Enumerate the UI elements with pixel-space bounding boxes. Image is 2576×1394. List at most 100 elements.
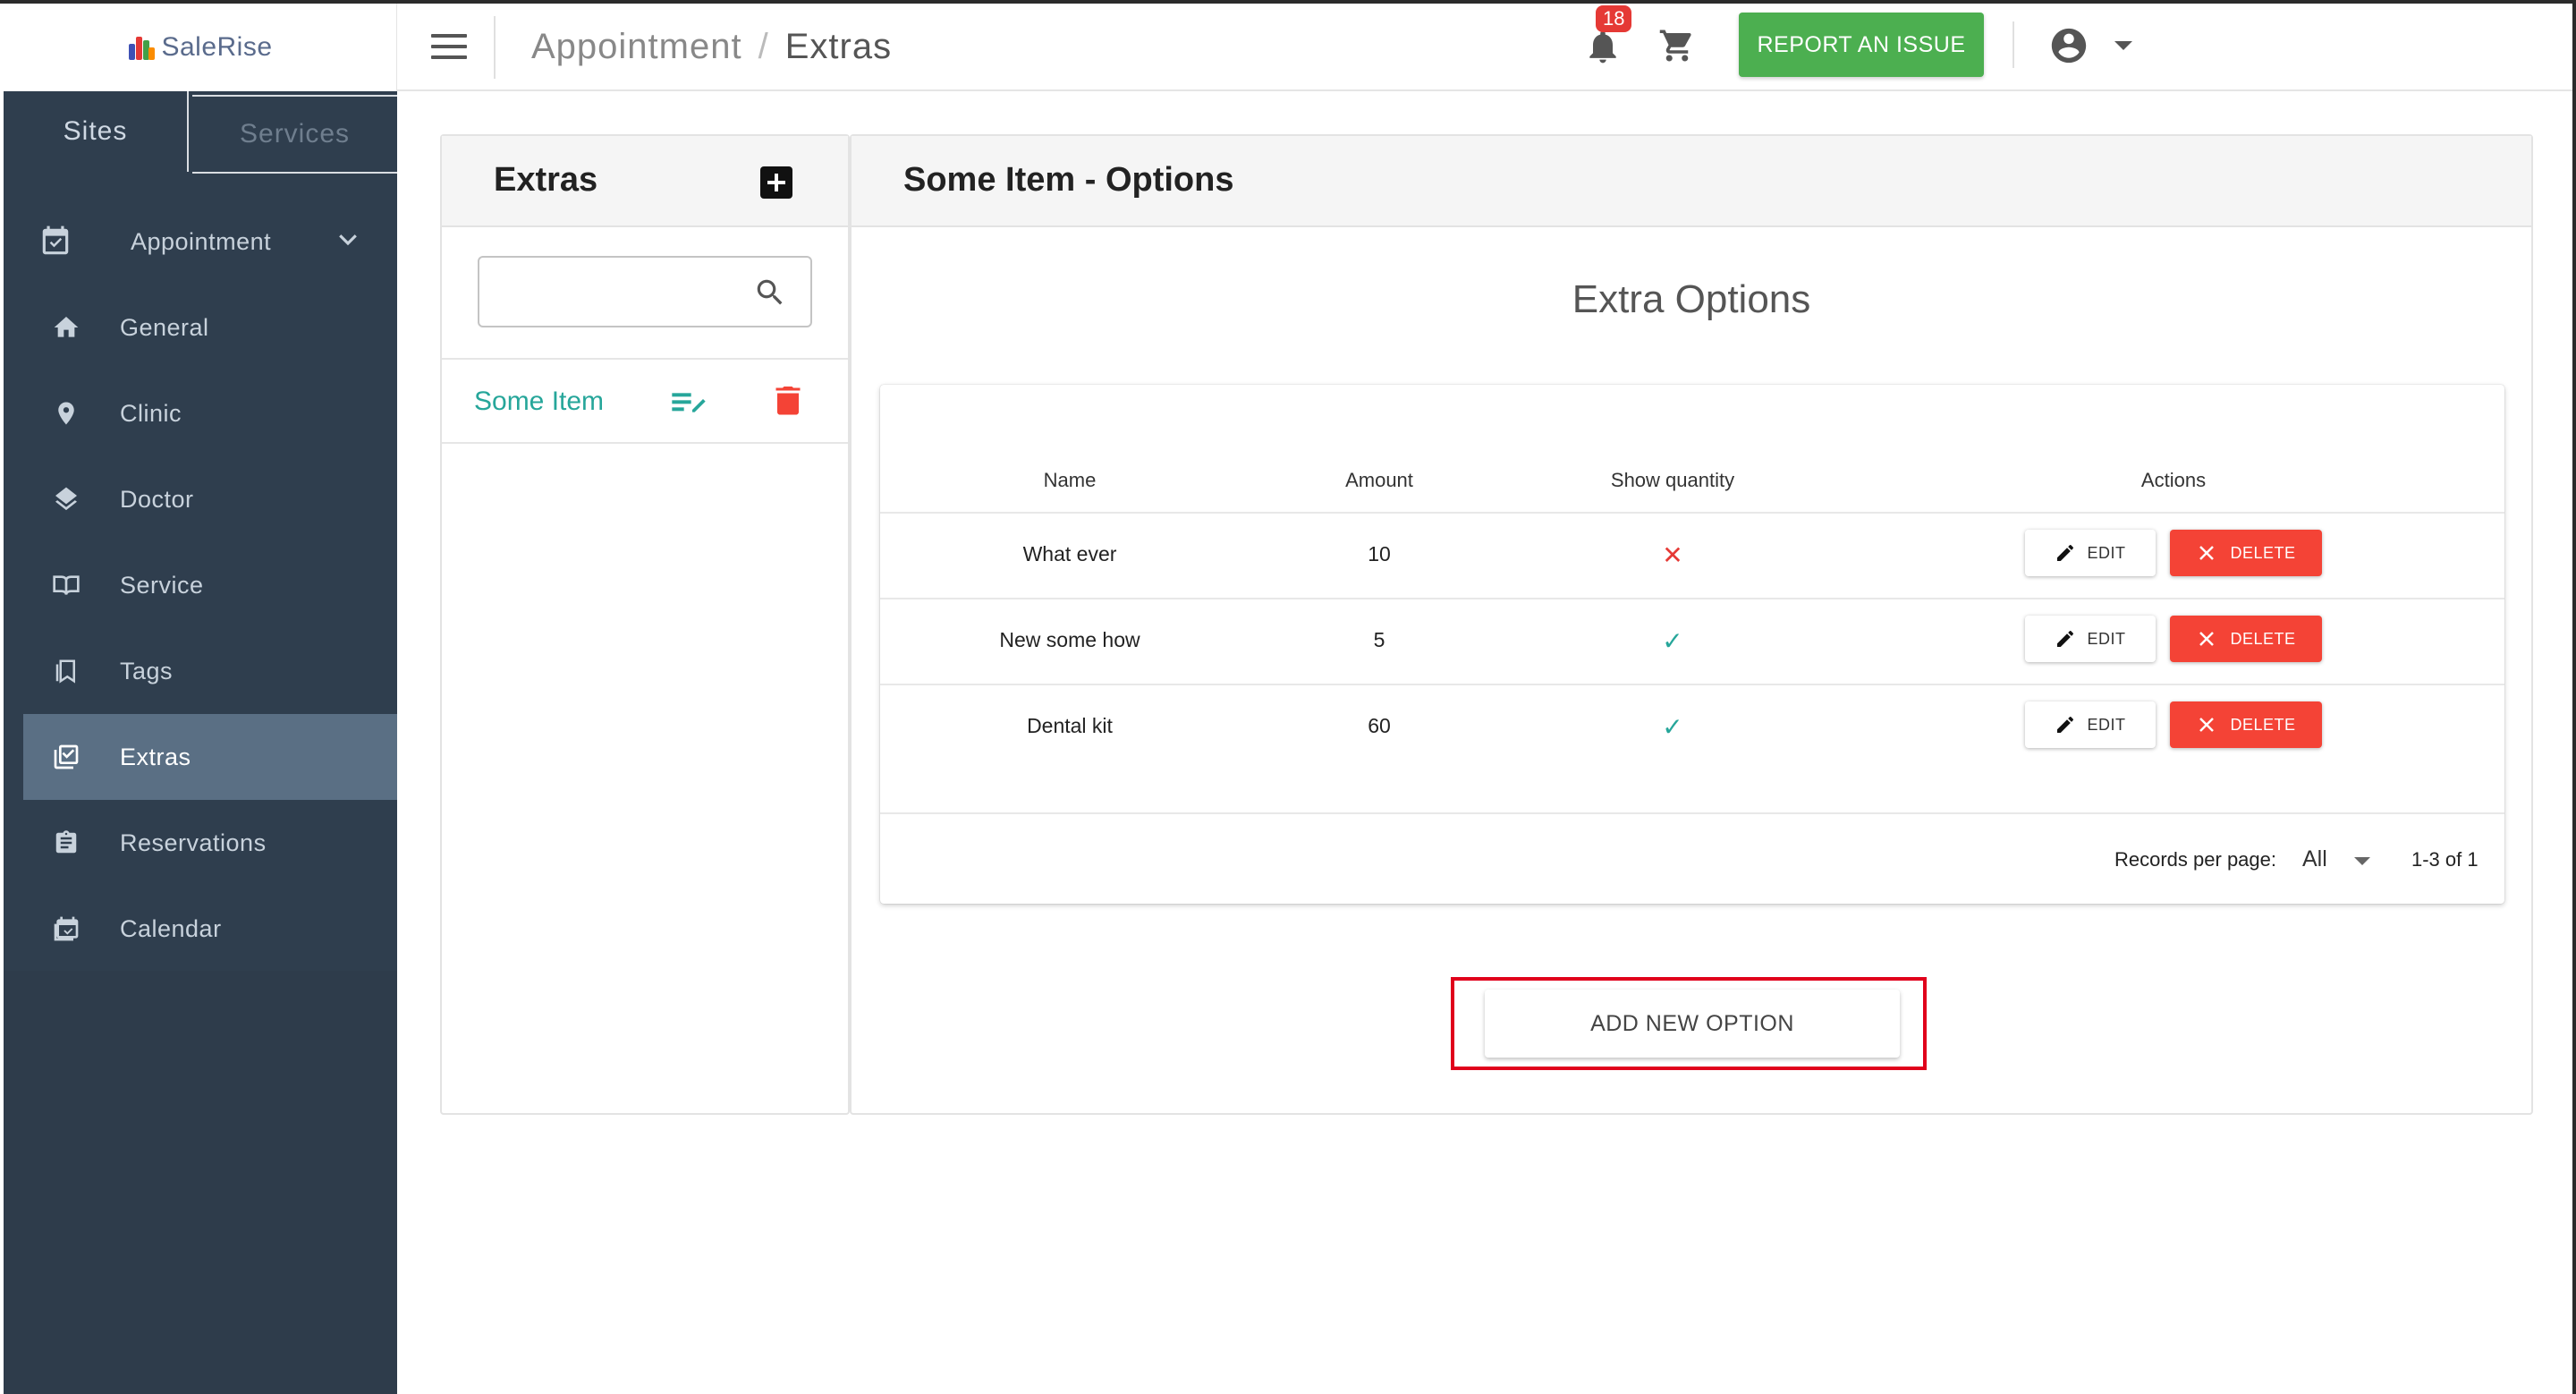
sidebar-section-label: Appointment xyxy=(131,227,272,255)
options-table: Name Amount Show quantity Actions What e… xyxy=(880,385,2504,904)
edit-label: EDIT xyxy=(2087,543,2126,562)
delete-label: DELETE xyxy=(2230,715,2296,734)
cell-name: New some how xyxy=(999,628,1140,651)
cell-amount: 10 xyxy=(1368,542,1391,565)
sidebar-item-label: Extras xyxy=(120,743,191,770)
divider xyxy=(2012,21,2014,68)
sidebar-item-general[interactable]: General xyxy=(23,285,397,370)
sidebar-item-doctor[interactable]: Doctor xyxy=(23,456,397,542)
pencil-icon xyxy=(2057,717,2074,733)
options-panel-title: Some Item - Options xyxy=(903,161,1234,199)
close-icon xyxy=(2199,718,2215,732)
cart-icon[interactable] xyxy=(1657,27,1698,64)
logo-area: SaleRise xyxy=(4,4,397,91)
bell-icon[interactable] xyxy=(1583,27,1623,66)
breadcrumb-extras: Extras xyxy=(784,27,893,66)
pencil-icon xyxy=(2057,545,2074,561)
column-header-name[interactable]: Name xyxy=(1044,469,1097,492)
close-icon xyxy=(2199,632,2215,646)
edit-label: EDIT xyxy=(2087,629,2126,648)
trash-icon[interactable] xyxy=(775,383,801,417)
sidebar-item-tags[interactable]: Tags xyxy=(23,628,397,714)
calendar-icon xyxy=(48,911,84,947)
sidebar-item-label: Reservations xyxy=(120,829,267,856)
sidebar-item-service[interactable]: Service xyxy=(23,542,397,628)
sidebar-section-appointment[interactable]: Appointment xyxy=(4,199,397,285)
edit-list-icon[interactable] xyxy=(669,388,708,417)
cell-amount: 60 xyxy=(1368,714,1391,737)
table-row: Dental kit 60 ✓ EDIT DELETE xyxy=(880,684,2504,769)
library-check-icon xyxy=(48,739,84,775)
sidebar-item-label: Tags xyxy=(120,657,174,684)
divider xyxy=(494,16,496,79)
menu-icon[interactable] xyxy=(431,34,467,61)
pagination-text: 1-3 of 1 xyxy=(2411,848,2479,871)
delete-label: DELETE xyxy=(2230,629,2296,648)
tab-services[interactable]: Services xyxy=(192,95,397,174)
cell-name: Dental kit xyxy=(1027,714,1113,737)
options-panel: Some Item - Options Extra Options Name A… xyxy=(850,134,2533,1115)
table-row: New some how 5 ✓ EDIT DELETE xyxy=(880,598,2504,684)
account-icon[interactable] xyxy=(2048,25,2089,66)
records-per-page-select[interactable]: All xyxy=(2302,846,2327,872)
sidebar-item-label: General xyxy=(120,313,209,341)
caret-down-icon[interactable] xyxy=(2354,857,2370,865)
chevron-down-icon xyxy=(335,225,361,259)
calendar-check-icon xyxy=(38,224,73,259)
tab-sites[interactable]: Sites xyxy=(4,91,190,172)
delete-button[interactable]: DELETE xyxy=(2170,530,2322,576)
edit-button[interactable]: EDIT xyxy=(2025,530,2156,576)
notification-badge: 18 xyxy=(1596,5,1632,32)
sidebar-item-reservations[interactable]: Reservations xyxy=(23,800,397,886)
sidebar-footer xyxy=(4,971,397,1394)
sidebar-item-clinic[interactable]: Clinic xyxy=(23,370,397,456)
close-icon xyxy=(2199,546,2215,560)
extras-panel-header: Extras xyxy=(442,136,848,227)
edit-button[interactable]: EDIT xyxy=(2025,701,2156,748)
extra-item-label[interactable]: Some Item xyxy=(474,387,604,417)
extras-search-input[interactable] xyxy=(478,256,812,327)
breadcrumb-appointment[interactable]: Appointment xyxy=(531,27,742,66)
options-subtitle: Extra Options xyxy=(1572,277,1811,321)
salerise-logo[interactable]: SaleRise xyxy=(127,32,272,63)
edit-button[interactable]: EDIT xyxy=(2025,616,2156,662)
home-icon xyxy=(48,310,84,345)
sidebar-item-label: Service xyxy=(120,571,204,599)
add-extra-icon[interactable] xyxy=(760,166,792,199)
location-pin-icon xyxy=(48,395,84,431)
logo-mark-icon xyxy=(127,33,156,62)
delete-button[interactable]: DELETE xyxy=(2170,701,2322,748)
report-issue-button[interactable]: REPORT AN ISSUE xyxy=(1739,13,1984,77)
column-header-show-quantity[interactable]: Show quantity xyxy=(1611,469,1734,492)
cell-amount: 5 xyxy=(1373,628,1385,651)
check-icon: ✓ xyxy=(1662,627,1683,655)
column-header-amount[interactable]: Amount xyxy=(1345,469,1413,492)
logo-text: SaleRise xyxy=(161,32,273,62)
sidebar-tabs: Sites Services xyxy=(4,91,397,174)
search-icon[interactable] xyxy=(753,276,787,310)
sidebar-item-calendar[interactable]: Calendar xyxy=(23,886,397,972)
edit-label: EDIT xyxy=(2087,715,2126,734)
delete-button[interactable]: DELETE xyxy=(2170,616,2322,662)
caret-down-icon[interactable] xyxy=(2114,41,2132,50)
sidebar-item-label: Calendar xyxy=(120,914,222,942)
bookmark-icon xyxy=(48,653,84,689)
records-per-page-label: Records per page: xyxy=(2114,848,2276,871)
layers-icon xyxy=(48,481,84,517)
extras-panel: Extras Some Item xyxy=(440,134,850,1115)
book-open-icon xyxy=(48,567,84,603)
clipboard-list-icon xyxy=(48,825,84,861)
top-bar: Appointment / Extras xyxy=(397,4,2572,91)
sidebar-item-extras[interactable]: Extras xyxy=(23,714,397,800)
delete-label: DELETE xyxy=(2230,543,2296,562)
breadcrumb-separator: / xyxy=(758,27,769,66)
cross-icon: ✕ xyxy=(1662,541,1683,569)
extras-panel-title: Extras xyxy=(494,161,598,199)
list-item[interactable]: Some Item xyxy=(442,358,848,444)
pencil-icon xyxy=(2057,631,2074,647)
sidebar-item-label: Clinic xyxy=(120,399,182,427)
table-row: What ever 10 ✕ EDIT DELETE xyxy=(880,512,2504,598)
column-header-actions: Actions xyxy=(2140,469,2207,491)
cell-name: What ever xyxy=(1022,542,1117,565)
add-new-option-button[interactable]: ADD NEW OPTION xyxy=(1485,990,1900,1058)
